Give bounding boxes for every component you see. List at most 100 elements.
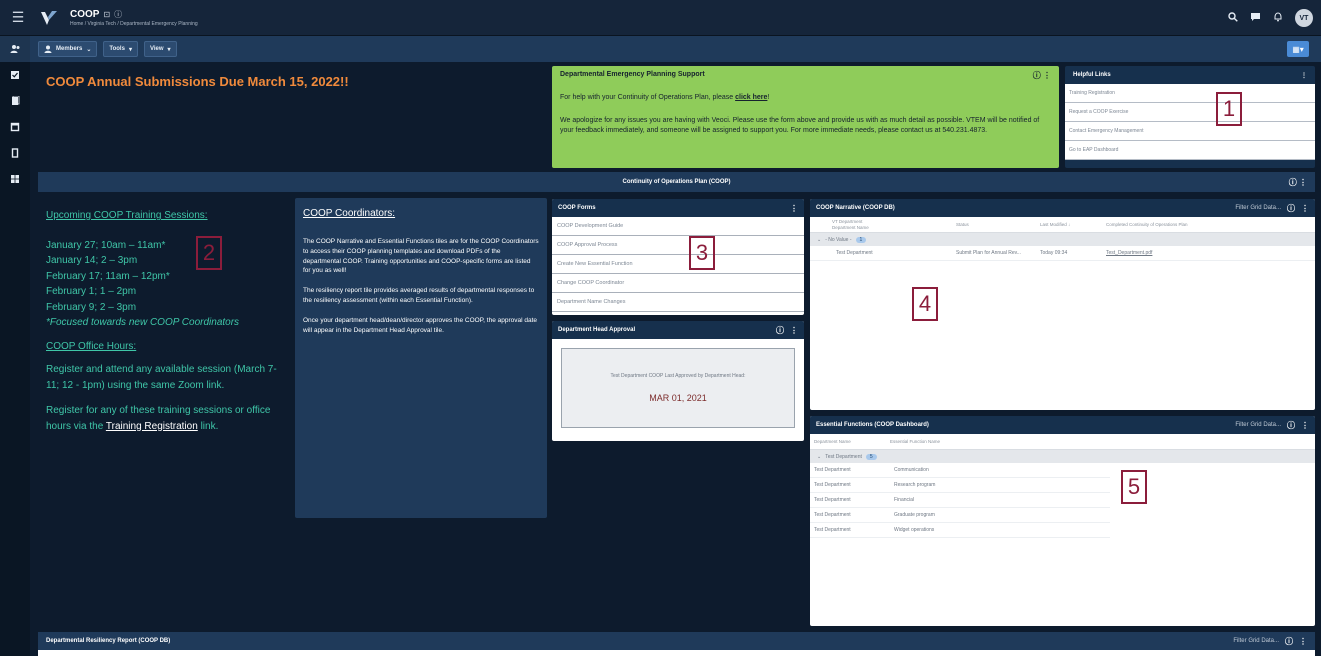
narrative-title: COOP Narrative (COOP DB)	[816, 205, 895, 211]
tools-button[interactable]: Tools ▾	[103, 41, 138, 57]
tools-label: Tools	[109, 46, 125, 52]
form-create-essential-function[interactable]: Create New Essential Function	[552, 255, 804, 274]
person-icon	[44, 45, 52, 53]
form-coop-approval-process[interactable]: COOP Approval Process	[552, 236, 804, 255]
training-registration-link[interactable]: Training Registration	[106, 421, 198, 432]
click-here-link[interactable]: click here	[735, 94, 767, 101]
dashboard-icon[interactable]	[0, 166, 30, 192]
office-hours-heading: COOP Office Hours:	[46, 340, 137, 352]
sort-down-icon: ↓	[1068, 222, 1071, 227]
approval-title: Department Head Approval	[558, 327, 636, 333]
coordinators-text-2: The resiliency report tile provides aver…	[303, 287, 535, 304]
pdf-link[interactable]: Test_Department.pdf	[1106, 250, 1152, 256]
section-header: Continuity of Operations Plan (COOP) ⓘ ⋮	[38, 172, 1315, 192]
kebab-icon[interactable]: ⋮	[1301, 421, 1309, 430]
veoci-logo[interactable]	[38, 7, 60, 29]
col-department-name[interactable]: Department Name	[810, 439, 890, 444]
table-row[interactable]: Test Department Communication	[810, 463, 1110, 478]
link-training-registration[interactable]: Training Registration	[1065, 84, 1315, 103]
support-panel: Departmental Emergency Planning Support …	[552, 66, 1059, 168]
table-row[interactable]: Test Department Widget operations	[810, 523, 1110, 538]
grid-header: VT Department Department Name Status Las…	[810, 217, 1315, 233]
resiliency-report-header: Departmental Resiliency Report (COOP DB)…	[38, 632, 1315, 650]
col-department[interactable]: VT Department Department Name	[810, 219, 956, 231]
marker-2: 2	[196, 236, 222, 270]
kebab-icon[interactable]: ⋮	[790, 326, 798, 335]
search-icon[interactable]	[1228, 11, 1238, 25]
group-count-badge: 1	[855, 236, 867, 243]
kebab-icon[interactable]: ⋮	[1301, 72, 1307, 79]
bell-icon[interactable]	[1273, 11, 1283, 25]
forms-icon[interactable]	[0, 114, 30, 140]
approval-caption: Test Department COOP Last Approved by De…	[610, 373, 746, 379]
session-note: *Focused towards new COOP Coordinators	[46, 317, 240, 328]
filter-grid-input[interactable]: Filter Grid Data...	[1233, 638, 1279, 644]
coordinators-text-3: Once your department head/dean/director …	[303, 316, 538, 334]
info-icon[interactable]: ⓘ	[1033, 71, 1041, 80]
marker-5: 5	[1121, 470, 1147, 504]
coordinators-text-1: The COOP Narrative and Essential Functio…	[303, 238, 539, 275]
clipboard-icon[interactable]	[0, 140, 30, 166]
filter-grid-input[interactable]: Filter Grid Data...	[1235, 422, 1281, 428]
members-button[interactable]: Members ⌄	[38, 41, 98, 57]
col-function-name[interactable]: Essential Function Name	[890, 439, 940, 444]
session-item: January 14; 2 – 3pm	[46, 255, 138, 266]
kebab-icon[interactable]: ⋮	[1301, 204, 1309, 213]
essential-functions-panel: Essential Functions (COOP Dashboard) Fil…	[810, 416, 1315, 626]
info-icon[interactable]: ⓘ	[1289, 178, 1297, 187]
table-row[interactable]: Test Department Financial	[810, 493, 1110, 508]
caret-down-icon: ▾	[167, 46, 171, 53]
documents-icon[interactable]	[0, 88, 30, 114]
layout-icon[interactable]: ▦▾	[1287, 41, 1309, 57]
col-status[interactable]: Status	[956, 222, 1040, 227]
info-icon[interactable]: ⓘ	[1287, 203, 1295, 214]
approval-card: Test Department COOP Last Approved by De…	[561, 348, 795, 428]
form-department-name-changes[interactable]: Department Name Changes	[552, 293, 804, 312]
app-title: COOP	[70, 8, 100, 20]
table-row[interactable]: Test Department Graduate program	[810, 508, 1110, 523]
coop-forms-panel: COOP Forms ⋮ COOP Development Guide COOP…	[552, 199, 804, 315]
chevron-down-icon: ⌄	[86, 46, 92, 53]
kebab-icon[interactable]: ⋮	[790, 204, 798, 213]
filter-grid-input[interactable]: Filter Grid Data...	[1235, 205, 1281, 211]
room-toolbar: Members ⌄ Tools ▾ View ▾ ▦▾	[30, 36, 1321, 62]
bookmark-icon[interactable]: ⊡	[103, 10, 110, 19]
chat-icon[interactable]	[1250, 12, 1261, 25]
table-row[interactable]: Test Department Submit Plan for Annual R…	[810, 246, 1315, 261]
session-item: February 1; 1 – 2pm	[46, 286, 137, 297]
top-bar: ☰ COOP ⊡ ⓘ Home / Virginia Tech / Depart…	[0, 0, 1321, 36]
coordinators-heading: COOP Coordinators:	[303, 208, 396, 219]
support-help-text: For help with your Continuity of Operati…	[560, 94, 770, 101]
kebab-icon[interactable]: ⋮	[1299, 637, 1307, 646]
section-title: Continuity of Operations Plan (COOP)	[622, 179, 731, 185]
info-icon[interactable]: ⓘ	[1285, 636, 1293, 647]
breadcrumb[interactable]: Home / Virginia Tech / Departmental Emer…	[70, 21, 198, 27]
essential-title: Essential Functions (COOP Dashboard)	[816, 422, 929, 428]
table-row[interactable]: Test Department Research program	[810, 478, 1110, 493]
grid-header: Department Name Essential Function Name	[810, 434, 1315, 450]
hamburger-icon[interactable]: ☰	[0, 0, 36, 36]
info-icon[interactable]: ⓘ	[776, 325, 784, 336]
members-rail-icon[interactable]	[0, 36, 30, 62]
col-completed-plan[interactable]: Completed Continuity of Operations Plan	[1106, 222, 1188, 227]
narrative-panel: COOP Narrative (COOP DB) Filter Grid Dat…	[810, 199, 1315, 410]
group-row[interactable]: ⌄ Test Department 5	[810, 450, 1315, 463]
helpful-links-panel: Helpful Links ⋮ Training Registration Re…	[1065, 66, 1315, 168]
link-contact-emergency-management[interactable]: Contact Emergency Management	[1065, 122, 1315, 141]
tasks-icon[interactable]	[0, 62, 30, 88]
info-icon[interactable]: ⓘ	[1287, 420, 1295, 431]
info-icon[interactable]: ⓘ	[114, 9, 122, 20]
link-eap-dashboard[interactable]: Go to EAP Dashboard	[1065, 141, 1315, 160]
caret-down-icon: ▾	[128, 46, 132, 53]
group-row[interactable]: ⌄ - No Value - 1	[810, 233, 1315, 246]
members-label: Members	[56, 46, 83, 52]
col-last-modified[interactable]: Last Modified ↓	[1040, 222, 1106, 227]
kebab-icon[interactable]: ⋮	[1299, 178, 1307, 187]
link-request-coop-exercise[interactable]: Request a COOP Exercise	[1065, 103, 1315, 122]
kebab-icon[interactable]: ⋮	[1043, 71, 1051, 80]
view-button[interactable]: View ▾	[143, 41, 177, 57]
form-coop-development-guide[interactable]: COOP Development Guide	[552, 217, 804, 236]
avatar[interactable]: VT	[1295, 9, 1313, 27]
approval-date: MAR 01, 2021	[649, 393, 707, 403]
form-change-coordinator[interactable]: Change COOP Coordinator	[552, 274, 804, 293]
